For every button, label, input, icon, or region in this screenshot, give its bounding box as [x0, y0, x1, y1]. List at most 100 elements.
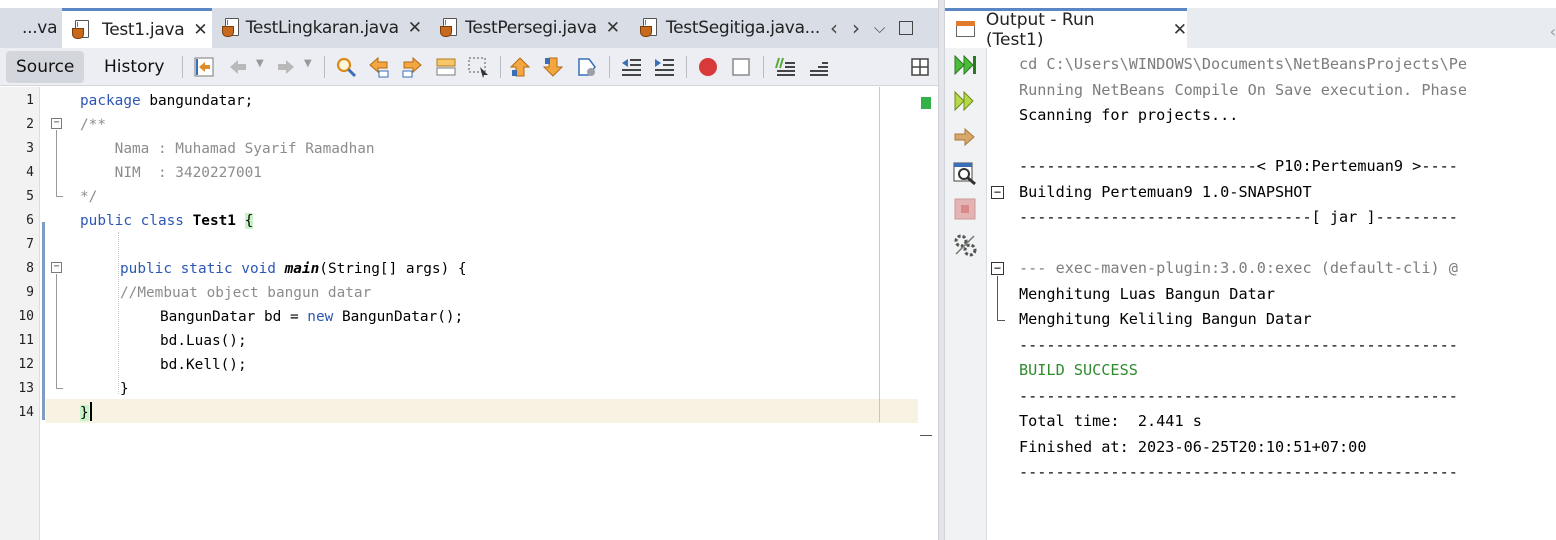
- line-number[interactable]: 5: [0, 185, 34, 209]
- line-number[interactable]: 6: [0, 209, 34, 233]
- fold-toggle-building[interactable]: −: [991, 186, 1004, 199]
- code-token: public static void: [120, 261, 276, 277]
- code-editor[interactable]: package bangundatar; /** Nama : Muhamad …: [46, 87, 918, 540]
- code-line-6: public class Test1 {: [80, 209, 254, 233]
- comment-icon[interactable]: [773, 55, 797, 79]
- tab-test1-java[interactable]: Test1.java ✕: [62, 8, 212, 48]
- forward-dropdown-icon[interactable]: ▼: [304, 58, 312, 69]
- find-next-icon[interactable]: [400, 55, 424, 79]
- chevron-right-icon[interactable]: ›: [852, 16, 860, 40]
- line-number[interactable]: 11: [0, 329, 34, 353]
- line-number[interactable]: 7: [0, 233, 34, 257]
- line-number[interactable]: 1: [0, 89, 34, 113]
- no-errors-marker[interactable]: [921, 97, 931, 109]
- code-token: bangundatar;: [140, 93, 254, 109]
- rerun-icon[interactable]: [952, 52, 978, 78]
- settings-icon[interactable]: [952, 232, 978, 258]
- output-console[interactable]: cd C:\Users\WINDOWS\Documents\NetBeansPr…: [987, 48, 1556, 540]
- code-line-13: }: [120, 381, 129, 397]
- fold-toggle-exec[interactable]: −: [991, 262, 1004, 275]
- toolbar-separator: [324, 56, 325, 78]
- error-stripe[interactable]: [918, 87, 938, 540]
- shift-left-icon[interactable]: [619, 55, 643, 79]
- editor-pane: ...va Test1.java ✕ TestLingkaran.java ✕ …: [0, 0, 938, 540]
- back-dropdown-icon[interactable]: ▼: [256, 58, 264, 69]
- close-icon[interactable]: ✕: [1173, 20, 1187, 40]
- output-line: Scanning for projects...: [1019, 106, 1239, 124]
- toggle-bookmark-icon[interactable]: [575, 55, 599, 79]
- last-edit-icon[interactable]: [192, 55, 216, 79]
- uncomment-icon[interactable]: [806, 55, 830, 79]
- java-file-icon: [72, 19, 94, 41]
- tab-testpersegi-java[interactable]: TestPersegi.java ✕: [440, 8, 620, 48]
- matching-brace: {: [244, 213, 254, 229]
- stop-icon[interactable]: [952, 196, 978, 222]
- split-editor-icon[interactable]: [910, 57, 930, 77]
- build-success-text: BUILD SUCCESS: [1019, 361, 1138, 379]
- history-button[interactable]: History: [94, 51, 174, 83]
- stop-macro-recording-icon[interactable]: [729, 55, 753, 79]
- line-number[interactable]: 12: [0, 353, 34, 377]
- code-line-4: NIM : 3420227001: [80, 165, 262, 181]
- line-number[interactable]: 14: [0, 401, 34, 425]
- toggle-highlight-icon[interactable]: [434, 55, 458, 79]
- next-arrow-icon[interactable]: [952, 124, 978, 150]
- line-number[interactable]: 8: [0, 257, 34, 281]
- line-number[interactable]: 4: [0, 161, 34, 185]
- output-window-icon: [955, 20, 977, 40]
- close-icon[interactable]: ✕: [606, 18, 620, 38]
- toolbar-separator: [609, 56, 610, 78]
- output-line: Running NetBeans Compile On Save executi…: [1019, 81, 1468, 99]
- start-macro-recording-icon[interactable]: [696, 55, 720, 79]
- close-icon[interactable]: ✕: [408, 18, 422, 38]
- code-line-8: public static void main(String[] args) {: [120, 257, 467, 281]
- code-line-14: }: [80, 401, 89, 425]
- code-line-11: bd.Luas();: [160, 333, 247, 349]
- tab-previous-java[interactable]: ...va: [0, 8, 62, 48]
- tab-output-run[interactable]: Output - Run (Test1) ✕: [945, 8, 1187, 50]
- back-icon[interactable]: [226, 55, 250, 79]
- line-number[interactable]: 3: [0, 137, 34, 161]
- find-previous-icon[interactable]: [367, 55, 391, 79]
- rectangular-selection-icon[interactable]: [466, 55, 490, 79]
- output-line: Finished at: 2023-06-25T20:10:51+07:00: [1019, 438, 1367, 456]
- method-name: main: [284, 261, 320, 277]
- toolbar-separator: [182, 56, 183, 78]
- chevron-left-icon[interactable]: ‹: [830, 16, 838, 40]
- pane-splitter[interactable]: [938, 0, 945, 540]
- tab-testsegitiga-java[interactable]: TestSegitiga.java...: [640, 8, 820, 48]
- fold-end: [997, 320, 1005, 321]
- line-number[interactable]: 9: [0, 281, 34, 305]
- line-number[interactable]: 2: [0, 113, 34, 137]
- editor-tab-bar: ...va Test1.java ✕ TestLingkaran.java ✕ …: [0, 8, 938, 48]
- chevron-left-icon[interactable]: ‹: [1550, 22, 1556, 41]
- source-label: Source: [16, 57, 75, 77]
- class-name: Test1: [183, 213, 245, 229]
- java-file-icon: [640, 17, 658, 39]
- output-line: Building Pertemuan9 1.0-SNAPSHOT: [1019, 183, 1312, 201]
- next-bookmark-icon[interactable]: [541, 55, 565, 79]
- chevron-down-icon[interactable]: ⌵: [874, 19, 885, 37]
- code-line-2: /**: [80, 117, 106, 133]
- java-file-icon: [440, 17, 457, 39]
- history-label: History: [104, 57, 165, 77]
- java-file-icon: [222, 17, 239, 39]
- rerun-with-parameters-icon[interactable]: [952, 88, 978, 114]
- output-line: ----------------------------------------…: [1019, 336, 1458, 354]
- close-icon[interactable]: ✕: [193, 20, 207, 40]
- code-line-3: Nama : Muhamad Syarif Ramadhan: [80, 141, 375, 157]
- shift-right-icon[interactable]: [652, 55, 676, 79]
- line-number[interactable]: 10: [0, 305, 34, 329]
- maximize-icon[interactable]: [899, 21, 914, 35]
- tab-testlingkaran-java[interactable]: TestLingkaran.java ✕: [222, 8, 422, 48]
- code-line-12: bd.Kell();: [160, 357, 247, 373]
- toolbar-separator: [686, 56, 687, 78]
- output-line: --- exec-maven-plugin:3.0.0:exec (defaul…: [1019, 259, 1458, 277]
- source-button[interactable]: Source: [6, 51, 85, 83]
- previous-bookmark-icon[interactable]: [508, 55, 532, 79]
- tab-label: TestSegitiga.java...: [665, 18, 820, 38]
- line-number[interactable]: 13: [0, 377, 34, 401]
- find-icon[interactable]: [334, 55, 358, 79]
- forward-icon[interactable]: [274, 55, 298, 79]
- inspect-icon[interactable]: [952, 160, 978, 186]
